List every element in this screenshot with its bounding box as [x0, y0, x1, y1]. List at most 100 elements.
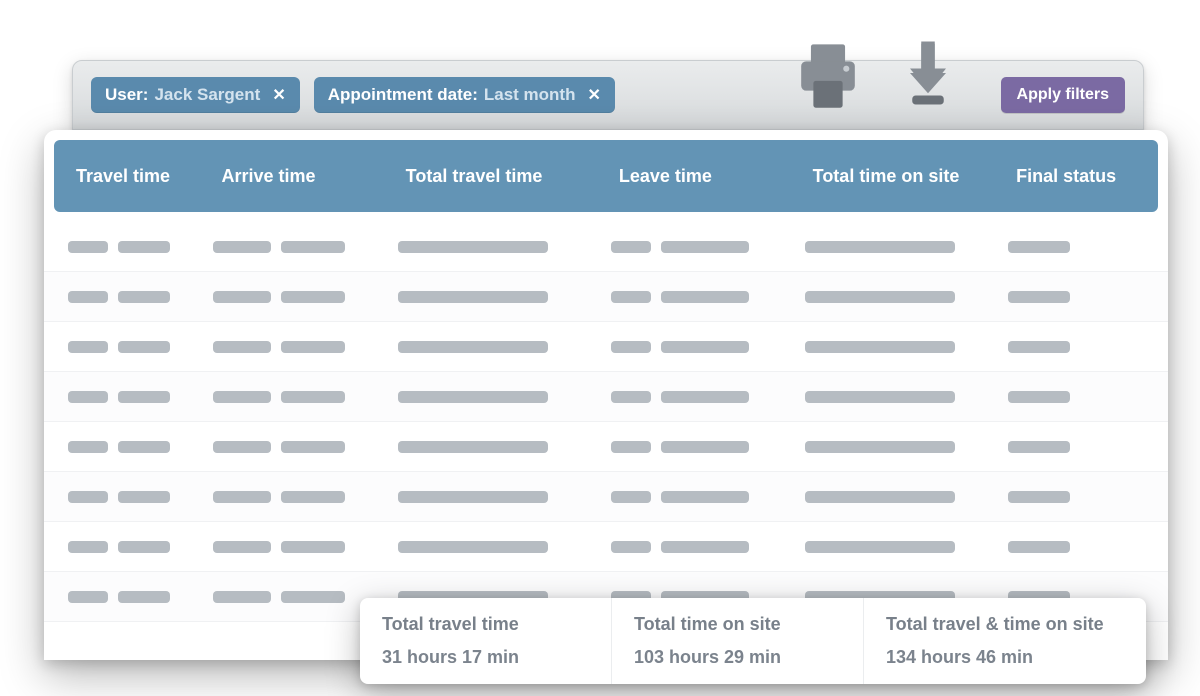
table-cell: [805, 541, 1009, 553]
table-cell: [213, 391, 397, 403]
placeholder: [213, 591, 271, 603]
table-cell: [611, 391, 805, 403]
table-row[interactable]: [44, 322, 1168, 372]
table-cell: [1008, 291, 1144, 303]
placeholder: [118, 241, 170, 253]
placeholder: [1008, 291, 1070, 303]
column-header-final-status[interactable]: Final status: [1008, 166, 1144, 187]
table-cell: [1008, 441, 1144, 453]
placeholder: [213, 541, 271, 553]
placeholder: [1008, 491, 1070, 503]
table-cell: [213, 291, 397, 303]
placeholder: [118, 341, 170, 353]
placeholder: [805, 441, 955, 453]
close-icon[interactable]: ✕: [587, 85, 600, 105]
table-row[interactable]: [44, 422, 1168, 472]
table-row[interactable]: [44, 472, 1168, 522]
summary-combined: Total travel & time on site 134 hours 46…: [864, 598, 1146, 684]
column-header-total-travel[interactable]: Total travel time: [398, 166, 611, 187]
placeholder: [661, 291, 749, 303]
placeholder: [398, 441, 548, 453]
placeholder: [281, 341, 345, 353]
table-cell: [611, 291, 805, 303]
filter-chip-value: Last month: [484, 85, 576, 105]
table-body: [44, 222, 1168, 622]
placeholder: [213, 241, 271, 253]
table-cell: [398, 491, 611, 503]
table-cell: [1008, 541, 1144, 553]
table-cell: [398, 441, 611, 453]
placeholder: [281, 241, 345, 253]
table-cell: [68, 341, 213, 353]
download-icon: [892, 31, 964, 115]
table-cell: [68, 441, 213, 453]
placeholder: [68, 441, 108, 453]
placeholder: [281, 291, 345, 303]
table-row[interactable]: [44, 522, 1168, 572]
table-cell: [611, 241, 805, 253]
placeholder: [118, 291, 170, 303]
placeholder: [1008, 541, 1070, 553]
table-cell: [611, 491, 805, 503]
table-cell: [68, 391, 213, 403]
download-button[interactable]: [883, 15, 973, 115]
summary-time-on-site: Total time on site 103 hours 29 min: [612, 598, 864, 684]
placeholder: [281, 391, 345, 403]
placeholder: [805, 391, 955, 403]
filter-chip-label: Appointment date:: [328, 85, 478, 105]
table-cell: [68, 241, 213, 253]
close-icon[interactable]: ✕: [272, 85, 285, 105]
placeholder: [611, 291, 651, 303]
filter-chip-date[interactable]: Appointment date: Last month ✕: [314, 77, 615, 113]
summary-label: Total travel & time on site: [886, 614, 1124, 635]
placeholder: [1008, 441, 1070, 453]
placeholder: [118, 591, 170, 603]
column-header-travel-time[interactable]: Travel time: [68, 166, 214, 187]
table-cell: [398, 291, 611, 303]
placeholder: [805, 491, 955, 503]
table-row[interactable]: [44, 272, 1168, 322]
table-header: Travel time Arrive time Total travel tim…: [54, 140, 1158, 212]
print-button[interactable]: [783, 15, 873, 115]
summary-value: 103 hours 29 min: [634, 647, 841, 668]
placeholder: [118, 391, 170, 403]
table-cell: [1008, 341, 1144, 353]
table-cell: [68, 291, 213, 303]
table-cell: [398, 241, 611, 253]
placeholder: [213, 441, 271, 453]
summary-total-travel: Total travel time 31 hours 17 min: [360, 598, 612, 684]
placeholder: [611, 391, 651, 403]
placeholder: [661, 391, 749, 403]
table-cell: [213, 491, 397, 503]
placeholder: [118, 491, 170, 503]
table-row[interactable]: [44, 372, 1168, 422]
column-header-time-on-site[interactable]: Total time on site: [805, 166, 1009, 187]
placeholder: [68, 241, 108, 253]
column-header-arrive-time[interactable]: Arrive time: [214, 166, 398, 187]
placeholder: [68, 491, 108, 503]
placeholder: [611, 341, 651, 353]
placeholder: [118, 441, 170, 453]
placeholder: [398, 541, 548, 553]
table-cell: [1008, 241, 1144, 253]
table-cell: [68, 591, 213, 603]
placeholder: [281, 491, 345, 503]
summary-popover: Total travel time 31 hours 17 min Total …: [360, 598, 1146, 684]
placeholder: [611, 541, 651, 553]
table-cell: [611, 541, 805, 553]
apply-filters-button[interactable]: Apply filters: [1001, 77, 1125, 113]
placeholder: [611, 491, 651, 503]
filter-chip-label: User:: [105, 85, 148, 105]
filter-chip-user[interactable]: User: Jack Sargent ✕: [91, 77, 300, 113]
table-cell: [398, 391, 611, 403]
placeholder: [611, 241, 651, 253]
summary-label: Total travel time: [382, 614, 589, 635]
table-cell: [805, 341, 1009, 353]
placeholder: [805, 541, 955, 553]
placeholder: [213, 341, 271, 353]
table-row[interactable]: [44, 222, 1168, 272]
column-header-leave-time[interactable]: Leave time: [611, 166, 805, 187]
placeholder: [661, 341, 749, 353]
table-cell: [213, 541, 397, 553]
table-cell: [611, 441, 805, 453]
